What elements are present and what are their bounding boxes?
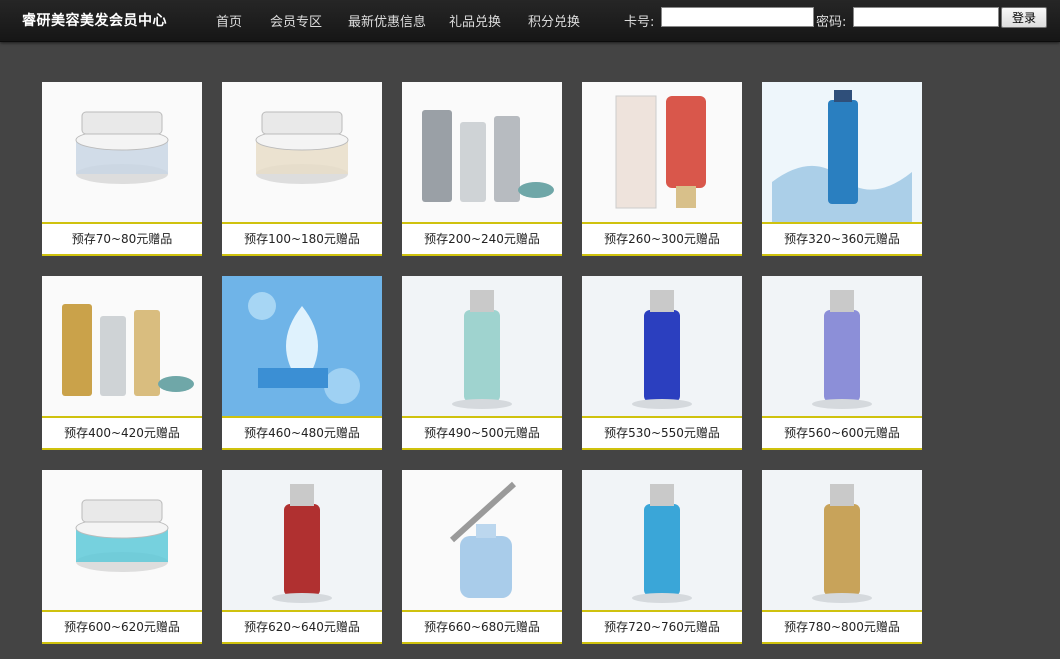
card-number-label: 卡号: bbox=[624, 15, 655, 30]
product-caption[interactable]: 预存560~600元赠品 bbox=[762, 416, 922, 450]
cream-jar-photo[interactable] bbox=[222, 82, 382, 222]
card-number-input[interactable] bbox=[661, 7, 814, 27]
site-title: 睿研美容美发会员中心 bbox=[22, 13, 167, 29]
password-label: 密码: bbox=[816, 15, 847, 30]
product-card[interactable]: 预存600~620元赠品 bbox=[42, 470, 202, 644]
alga-mask-photo[interactable] bbox=[222, 276, 382, 416]
product-card[interactable]: 预存490~500元赠品 bbox=[402, 276, 562, 450]
gift-box-set-photo[interactable] bbox=[42, 276, 202, 416]
nav-gift-exchange[interactable]: 礼品兑换 bbox=[449, 11, 501, 30]
nav-member-area[interactable]: 会员专区 bbox=[270, 11, 322, 30]
blue-serum-photo[interactable] bbox=[582, 276, 742, 416]
pump-bottle-book-photo[interactable] bbox=[762, 276, 922, 416]
top-navbar: 睿研美容美发会员中心 首页 会员专区 最新优惠信息 礼品兑换 积分兑换 卡号: … bbox=[0, 0, 1060, 42]
product-card[interactable]: 预存460~480元赠品 bbox=[222, 276, 382, 450]
ciro-bottle-photo[interactable] bbox=[402, 276, 562, 416]
oleva-bottle-photo[interactable] bbox=[762, 470, 922, 610]
product-card[interactable]: 预存200~240元赠品 bbox=[402, 82, 562, 256]
tube-bottle-photo[interactable] bbox=[582, 82, 742, 222]
nav-home[interactable]: 首页 bbox=[216, 11, 242, 30]
product-caption[interactable]: 预存320~360元赠品 bbox=[762, 222, 922, 256]
product-caption[interactable]: 预存260~300元赠品 bbox=[582, 222, 742, 256]
product-card[interactable]: 预存720~760元赠品 bbox=[582, 470, 742, 644]
dropper-bottle-photo[interactable] bbox=[402, 470, 562, 610]
product-caption[interactable]: 预存490~500元赠品 bbox=[402, 416, 562, 450]
product-card[interactable]: 预存530~550元赠品 bbox=[582, 276, 742, 450]
product-card[interactable]: 预存320~360元赠品 bbox=[762, 82, 922, 256]
product-caption[interactable]: 预存100~180元赠品 bbox=[222, 222, 382, 256]
nav-points-exchange[interactable]: 积分兑换 bbox=[528, 11, 580, 30]
product-caption[interactable]: 预存720~760元赠品 bbox=[582, 610, 742, 644]
login-button[interactable]: 登录 bbox=[1001, 7, 1047, 28]
product-caption[interactable]: 预存620~640元赠品 bbox=[222, 610, 382, 644]
product-caption[interactable]: 预存780~800元赠品 bbox=[762, 610, 922, 644]
product-card[interactable]: 预存100~180元赠品 bbox=[222, 82, 382, 256]
product-card[interactable]: 预存780~800元赠品 bbox=[762, 470, 922, 644]
product-card[interactable]: 预存660~680元赠品 bbox=[402, 470, 562, 644]
product-card[interactable]: 预存70~80元赠品 bbox=[42, 82, 202, 256]
product-card[interactable]: 预存260~300元赠品 bbox=[582, 82, 742, 256]
product-caption[interactable]: 预存600~620元赠品 bbox=[42, 610, 202, 644]
skincare-set-photo[interactable] bbox=[402, 82, 562, 222]
product-caption[interactable]: 预存400~420元赠品 bbox=[42, 416, 202, 450]
cream-jar-box-photo[interactable] bbox=[42, 82, 202, 222]
gel-jar-photo[interactable] bbox=[42, 470, 202, 610]
password-input[interactable] bbox=[853, 7, 999, 27]
product-caption[interactable]: 预存460~480元赠品 bbox=[222, 416, 382, 450]
pump-bottle-splash-photo[interactable] bbox=[582, 470, 742, 610]
product-card[interactable]: 预存400~420元赠品 bbox=[42, 276, 202, 450]
product-caption[interactable]: 预存660~680元赠品 bbox=[402, 610, 562, 644]
red-bottle-photo[interactable] bbox=[222, 470, 382, 610]
product-caption[interactable]: 预存70~80元赠品 bbox=[42, 222, 202, 256]
product-card[interactable]: 预存620~640元赠品 bbox=[222, 470, 382, 644]
product-caption[interactable]: 预存200~240元赠品 bbox=[402, 222, 562, 256]
product-caption[interactable]: 预存530~550元赠品 bbox=[582, 416, 742, 450]
product-card[interactable]: 预存560~600元赠品 bbox=[762, 276, 922, 450]
blue-bottle-splash-photo[interactable] bbox=[762, 82, 922, 222]
nav-latest-offers[interactable]: 最新优惠信息 bbox=[348, 11, 426, 30]
